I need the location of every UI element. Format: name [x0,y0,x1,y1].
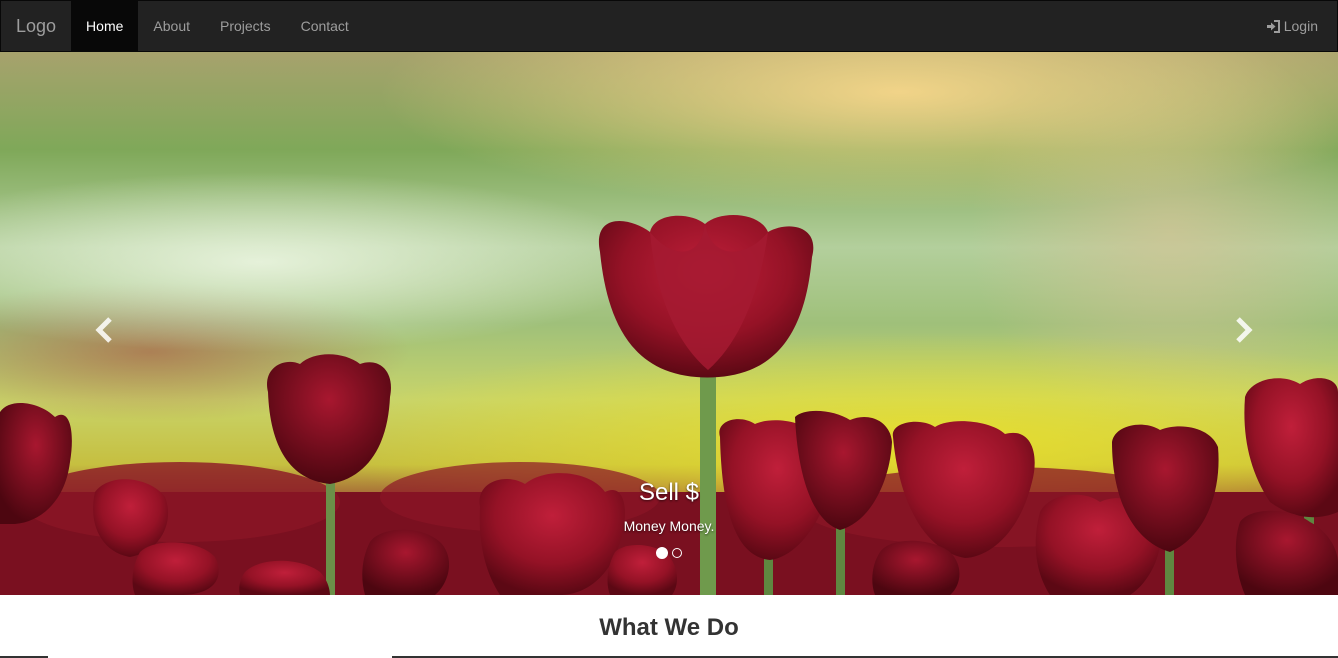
carousel-indicators [0,547,1338,559]
tulip-slide-image [0,52,1338,595]
carousel-caption-title: Sell $ [638,479,700,506]
nav-link-home[interactable]: Home [71,1,139,51]
nav-link-about[interactable]: About [138,1,205,51]
hero-carousel: Sell $ Money Money. [0,52,1338,595]
nav-menu: Home About Projects Contact [71,1,364,51]
top-navbar: Logo Home About Projects Contact Login [0,0,1338,52]
tulip-illustration [0,214,1338,595]
chevron-left-icon [95,317,112,343]
brand-logo[interactable]: Logo [1,1,71,51]
login-label: Login [1283,18,1318,34]
chevron-right-icon [1236,317,1253,343]
carousel-caption-text: Money Money. [623,518,715,534]
log-in-icon [1266,19,1280,33]
carousel-indicator-2[interactable] [672,548,682,558]
carousel-prev-button[interactable] [84,310,124,350]
section-title: What We Do [599,614,739,641]
login-link[interactable]: Login [1266,18,1318,34]
nav-link-contact[interactable]: Contact [286,1,364,51]
nav-link-projects[interactable]: Projects [205,1,286,51]
carousel-next-button[interactable] [1224,310,1264,350]
carousel-indicator-1[interactable] [656,547,668,559]
nav-right: Login [1266,1,1337,51]
